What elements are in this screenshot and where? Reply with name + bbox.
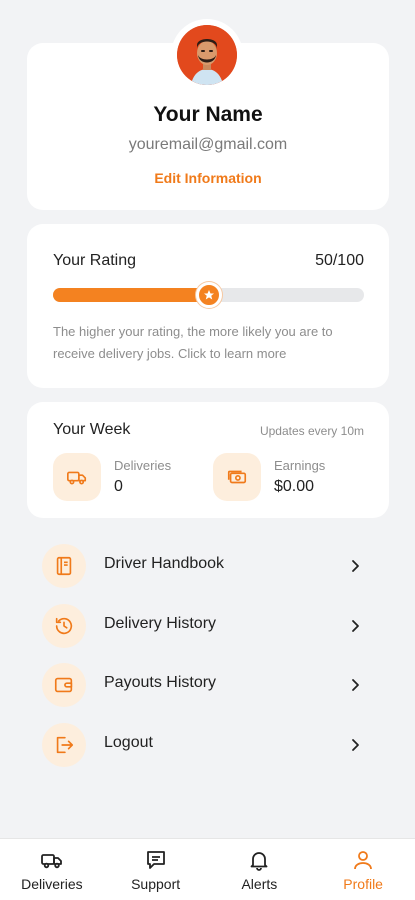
profile-name: Your Name [153,103,263,126]
logout-icon [42,722,86,767]
nav-label: Alerts [241,876,278,892]
week-updates-note: Updates every 10m [259,424,364,438]
wallet-icon [42,663,86,707]
menu-label: Logout [104,733,153,751]
menu-label: Driver Handbook [104,555,225,572]
star-icon [203,290,214,300]
nav-label: Deliveries [21,876,83,892]
deliveries-label: Deliveries [114,458,172,473]
deliveries-value: 0 [114,478,123,495]
rating-progress-bar [53,282,364,308]
avatar-illustration [177,25,237,85]
book-icon [42,544,86,588]
menu-item-delivery-history[interactable]: Delivery History [42,602,372,662]
deliveries-stat: Deliveries 0 [53,453,203,501]
rating-star-knob [195,282,222,308]
menu-item-driver-handbook[interactable]: Driver Handbook [42,542,372,602]
chat-icon [146,851,165,869]
menu-item-logout[interactable]: Logout [42,721,372,781]
cash-icon [213,453,261,501]
truck-icon [53,453,101,501]
profile-menu: Driver Handbook Delivery History Payouts… [42,542,372,780]
earnings-stat: Earnings $0.00 [213,453,363,501]
edit-information-link[interactable]: Edit Information [27,170,389,186]
chevron-right-icon [352,560,359,572]
week-card: Your Week Updates every 10m Deliveries 0 [27,402,389,518]
bottom-navigation: Deliveries Support Alerts Profile [0,838,415,900]
rating-note[interactable]: The higher your rating, the more likely … [53,321,365,365]
chevron-right-icon [352,619,359,632]
earnings-value: $0.00 [274,478,315,495]
nav-tab-support[interactable]: Support [104,839,208,900]
profile-screen: Your Name youremail@gmail.com Edit Infor… [0,0,415,900]
profile-email: youremail@gmail.com [128,136,288,153]
nav-label: Support [131,876,181,892]
nav-tab-deliveries[interactable]: Deliveries [0,839,104,900]
menu-label: Delivery History [104,614,217,632]
nav-tab-profile[interactable]: Profile [311,839,415,900]
rating-title: Your Rating [53,252,137,269]
nav-tab-alerts[interactable]: Alerts [208,839,312,900]
earnings-label: Earnings [274,458,326,473]
chevron-right-icon [352,679,359,691]
nav-label: Profile [343,876,383,892]
rating-value: 50/100 [315,252,364,269]
person-icon [354,851,373,870]
menu-item-payouts-history[interactable]: Payouts History [42,661,372,721]
rating-card[interactable]: Your Rating 50/100 The higher your ratin… [27,224,389,388]
history-icon [42,603,86,648]
week-title: Your Week [53,421,131,438]
truck-icon [40,854,62,869]
avatar[interactable] [171,19,243,91]
menu-label: Payouts History [104,674,217,691]
chevron-right-icon [352,738,359,751]
bell-icon [250,852,268,871]
rating-progress-fill [53,288,209,302]
